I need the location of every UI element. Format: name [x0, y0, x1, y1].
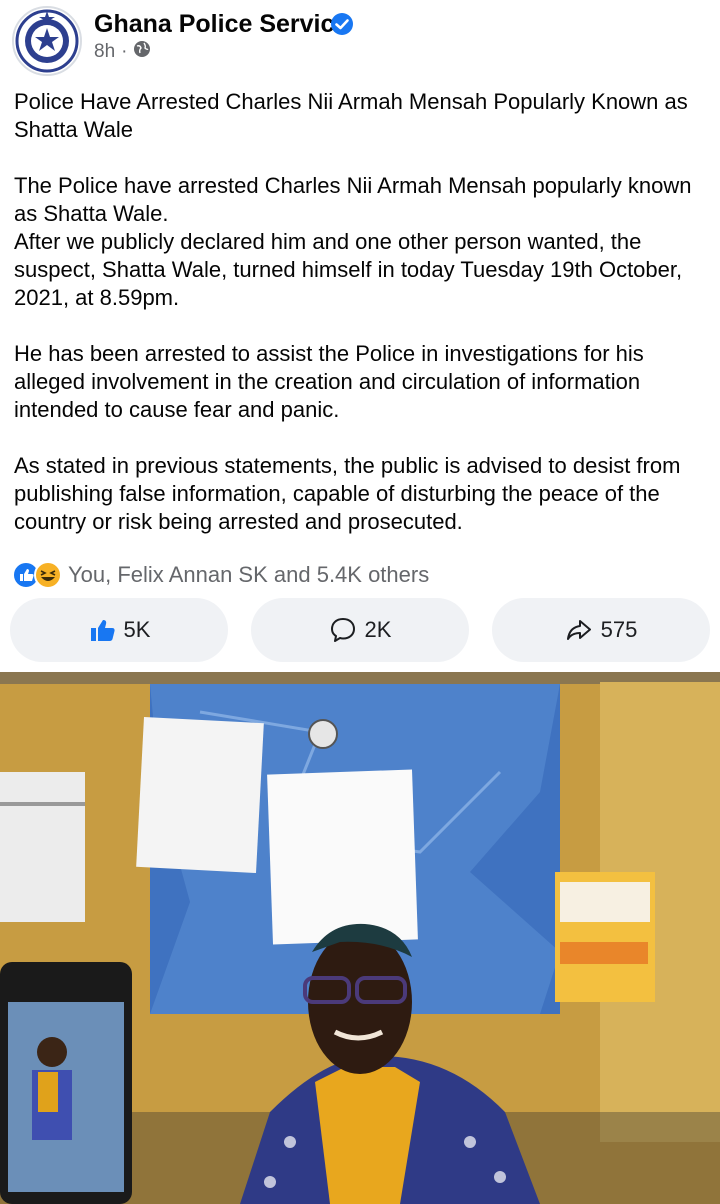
like-count: 5K	[123, 617, 151, 642]
post-photo[interactable]	[0, 672, 720, 1204]
like-icon	[90, 620, 115, 641]
post-meta: 8h ·	[94, 40, 151, 64]
share-icon	[566, 620, 591, 640]
haha-reaction-icon	[34, 561, 62, 589]
police-badge-icon	[15, 9, 79, 73]
post-paragraph: The Police have arrested Charles Nii Arm…	[14, 173, 692, 226]
meta-separator: ·	[121, 41, 128, 62]
page-name-link[interactable]: Ghana Police Service	[94, 10, 348, 39]
post-paragraph: He has been arrested to assist the Polic…	[14, 341, 644, 422]
post-paragraph: After we publicly declared him and one o…	[14, 229, 683, 310]
post-header: Ghana Police Service 8h ·	[0, 0, 720, 86]
comment-count: 2K	[364, 617, 392, 642]
like-button[interactable]: 5K	[10, 598, 228, 662]
comment-button[interactable]: 2K	[251, 598, 469, 662]
globe-icon	[133, 40, 151, 64]
reaction-summary-text: You, Felix Annan SK and 5.4K others	[68, 562, 430, 587]
reaction-summary[interactable]: You, Felix Annan SK and 5.4K others	[12, 560, 429, 590]
share-button[interactable]: 575	[492, 598, 710, 662]
comment-icon	[330, 618, 355, 642]
post-paragraph: As stated in previous statements, the pu…	[14, 453, 681, 534]
verified-badge-icon	[330, 12, 354, 41]
reaction-icons	[12, 561, 66, 589]
post-title: Police Have Arrested Charles Nii Armah M…	[14, 89, 688, 142]
post-text: Police Have Arrested Charles Nii Armah M…	[14, 88, 714, 536]
post-time[interactable]: 8h	[94, 41, 115, 63]
post-actions: 5K 2K 575	[10, 598, 710, 662]
share-count: 575	[600, 617, 638, 642]
page-avatar[interactable]	[12, 6, 82, 76]
